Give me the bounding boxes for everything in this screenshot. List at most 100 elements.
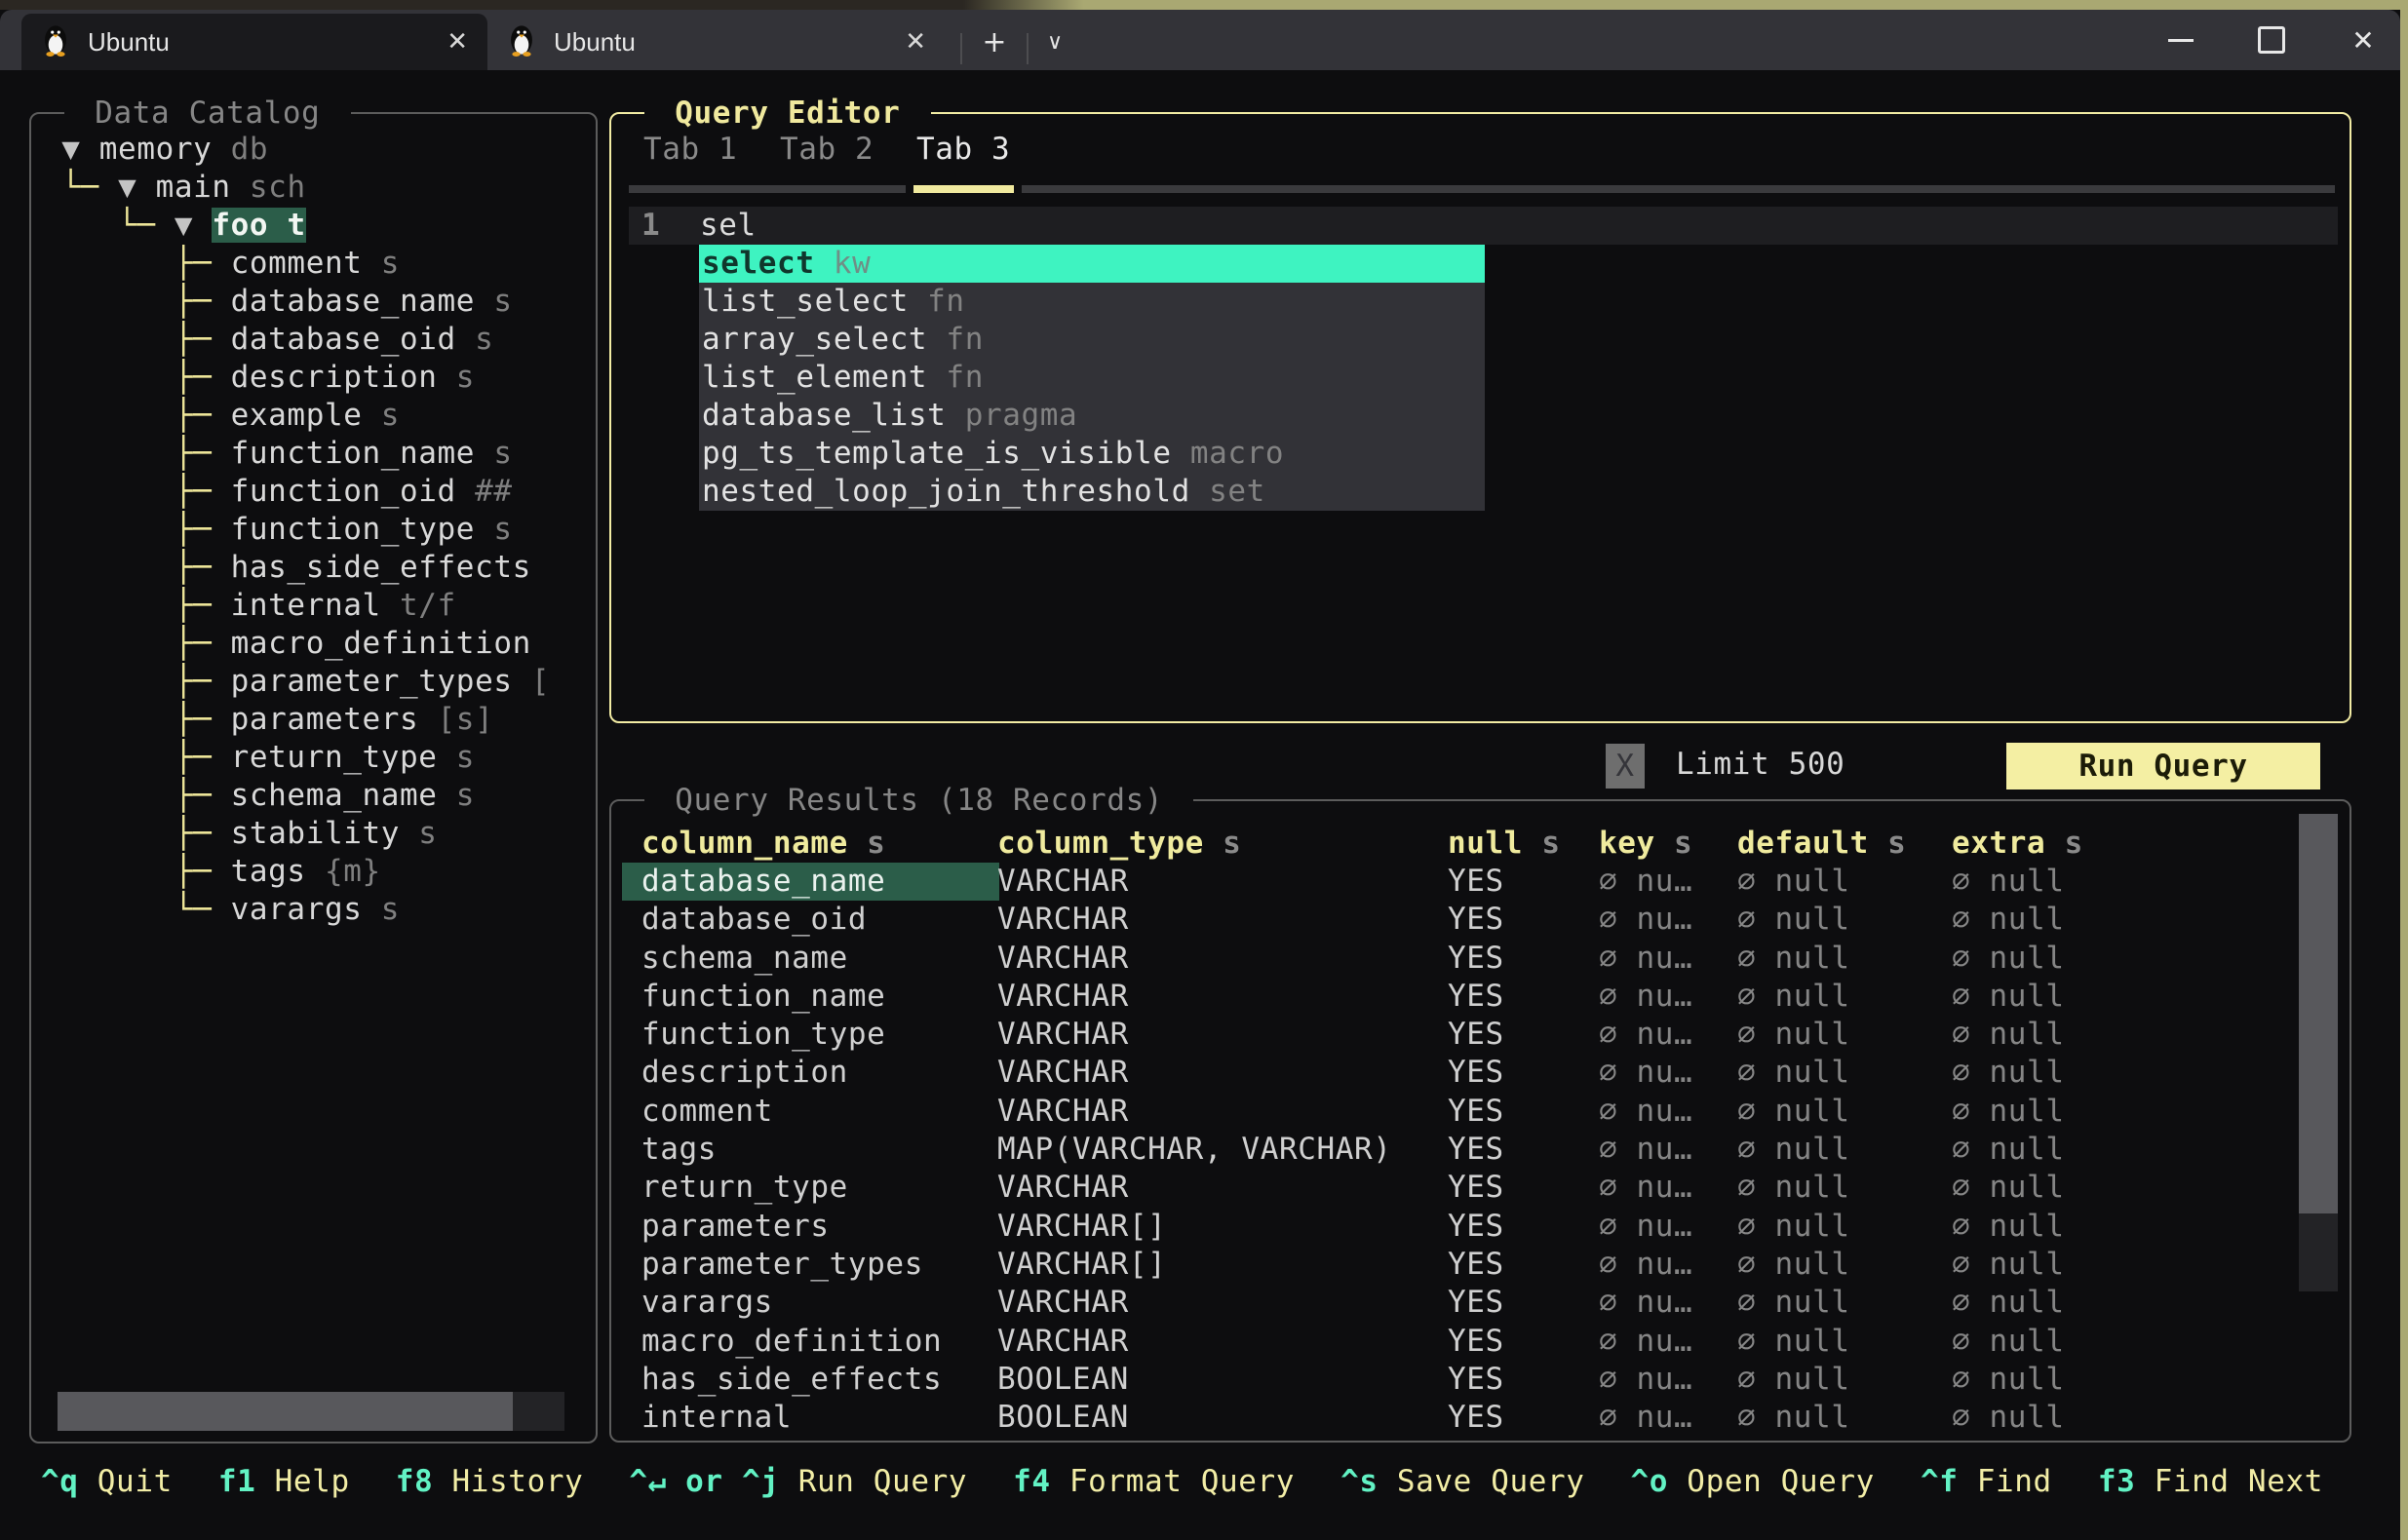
tree-item-example[interactable]: ├─ example s [43, 397, 589, 435]
table-cell[interactable]: ∅ nu… [1599, 1169, 1692, 1207]
table-cell[interactable]: YES [1448, 978, 1504, 1016]
table-cell[interactable]: ∅ null [1952, 940, 2065, 978]
table-cell[interactable]: parameter_types [641, 1246, 923, 1284]
tree-item-label[interactable]: function_type s [231, 512, 513, 547]
table-cell[interactable]: ∅ null [1737, 863, 1850, 901]
table-cell[interactable]: ∅ null [1737, 1169, 1850, 1207]
table-cell[interactable]: ∅ nu… [1599, 1323, 1692, 1361]
table-cell[interactable]: ∅ null [1952, 1399, 2065, 1437]
footer-action-open-query[interactable]: ^o Open Query [1631, 1463, 1875, 1501]
table-cell[interactable]: database_name [622, 863, 999, 901]
table-cell[interactable]: ∅ null [1737, 1208, 1850, 1246]
table-cell[interactable]: ∅ null [1737, 1399, 1850, 1437]
table-cell[interactable]: ∅ nu… [1599, 1361, 1692, 1399]
table-row-comment[interactable]: commentVARCHARYES∅ nu…∅ null∅ null [609, 1093, 2351, 1131]
table-cell[interactable]: ∅ null [1737, 1093, 1850, 1131]
table-cell[interactable]: ∅ null [1737, 978, 1850, 1016]
close-tab-icon[interactable]: ✕ [447, 27, 468, 57]
table-cell[interactable]: tags [641, 1131, 717, 1169]
table-cell[interactable]: schema_name [641, 940, 848, 978]
tree-item-label[interactable]: memory db [99, 132, 268, 167]
table-cell[interactable]: ∅ null [1952, 1284, 2065, 1322]
run-query-button[interactable]: Run Query [2006, 743, 2320, 789]
results-header-key[interactable]: key s [1599, 825, 1692, 863]
table-cell[interactable]: VARCHAR [997, 978, 1129, 1016]
table-cell[interactable]: YES [1448, 1284, 1504, 1322]
editor-tab-3[interactable]: Tab 3 [916, 131, 1010, 169]
table-row-macro_definition[interactable]: macro_definitionVARCHARYES∅ nu…∅ null∅ n… [609, 1323, 2351, 1361]
tree-item-database_name[interactable]: ├─ database_name s [43, 283, 589, 321]
table-cell[interactable]: ∅ null [1952, 1246, 2065, 1284]
autocomplete-item-pg_ts_template_is_visible[interactable]: pg_ts_template_is_visible macro [699, 435, 1485, 473]
table-cell[interactable]: ∅ null [1737, 940, 1850, 978]
autocomplete-item-database_list[interactable]: database_list pragma [699, 397, 1485, 435]
scrollbar-track[interactable] [2299, 1213, 2338, 1291]
tree-item-function_oid[interactable]: ├─ function_oid ## [43, 473, 589, 511]
table-cell[interactable]: VARCHAR [997, 1323, 1129, 1361]
table-row-internal[interactable]: internalBOOLEANYES∅ nu…∅ null∅ null [609, 1399, 2351, 1437]
table-row-database_name[interactable]: database_nameVARCHARYES∅ nu…∅ null∅ null [609, 863, 2351, 901]
table-cell[interactable]: YES [1448, 1399, 1504, 1437]
table-cell[interactable]: VARCHAR [997, 1054, 1129, 1092]
footer-action-save-query[interactable]: ^s Save Query [1340, 1463, 1584, 1501]
table-cell[interactable]: VARCHAR [997, 1093, 1129, 1131]
table-cell[interactable]: ∅ null [1952, 1208, 2065, 1246]
tree-item-label[interactable]: main sch [156, 170, 306, 205]
table-row-varargs[interactable]: varargsVARCHARYES∅ nu…∅ null∅ null [609, 1284, 2351, 1322]
table-cell[interactable]: ∅ nu… [1599, 940, 1692, 978]
table-cell[interactable]: ∅ null [1952, 901, 2065, 939]
expand-arrow-icon[interactable]: ▼ [175, 208, 213, 243]
tree-item-label[interactable]: has_side_effects [231, 550, 531, 585]
table-cell[interactable]: ∅ null [1952, 1093, 2065, 1131]
table-row-function_type[interactable]: function_typeVARCHARYES∅ nu…∅ null∅ null [609, 1016, 2351, 1054]
footer-action-find[interactable]: ^f Find [1921, 1463, 2052, 1501]
table-cell[interactable]: VARCHAR [997, 1016, 1129, 1054]
autocomplete-item-nested_loop_join_threshold[interactable]: nested_loop_join_threshold set [699, 473, 1485, 511]
table-cell[interactable]: YES [1448, 940, 1504, 978]
table-cell[interactable]: YES [1448, 1169, 1504, 1207]
footer-action-history[interactable]: f8 History [396, 1463, 584, 1501]
editor-text[interactable]: sel [700, 207, 757, 245]
table-cell[interactable]: function_name [641, 978, 885, 1016]
tree-item-label[interactable]: parameters [s] [231, 702, 494, 737]
close-tab-icon[interactable]: ✕ [905, 27, 926, 57]
table-cell[interactable]: ∅ null [1952, 1131, 2065, 1169]
table-cell[interactable]: YES [1448, 1131, 1504, 1169]
table-cell[interactable]: comment [641, 1093, 773, 1131]
tree-item-label[interactable]: tags {m} [231, 854, 381, 889]
tree-item-label[interactable]: description s [231, 360, 475, 395]
table-cell[interactable]: YES [1448, 863, 1504, 901]
table-cell[interactable]: VARCHAR [997, 901, 1129, 939]
tree-item-label[interactable]: foo t [212, 208, 305, 243]
table-cell[interactable]: internal [641, 1399, 792, 1437]
tree-item-macro_definition[interactable]: ├─ macro_definition [43, 625, 589, 663]
tree-item-label[interactable]: function_oid ## [231, 474, 513, 509]
table-row-database_oid[interactable]: database_oidVARCHARYES∅ nu…∅ null∅ null [609, 901, 2351, 939]
table-cell[interactable]: ∅ nu… [1599, 1399, 1692, 1437]
table-cell[interactable]: ∅ null [1737, 1323, 1850, 1361]
autocomplete-item-list_select[interactable]: list_select fn [699, 283, 1485, 321]
table-cell[interactable]: parameters [641, 1208, 830, 1246]
table-cell[interactable]: VARCHAR[] [997, 1246, 1166, 1284]
results-vertical-scrollbar[interactable] [2299, 814, 2338, 1291]
results-header-null[interactable]: null s [1448, 825, 1561, 863]
table-cell[interactable]: VARCHAR[] [997, 1208, 1166, 1246]
autocomplete-item-array_select[interactable]: array_select fn [699, 321, 1485, 359]
tree-item-return_type[interactable]: ├─ return_type s [43, 739, 589, 777]
footer-action-run-query[interactable]: ^↵ or ^j Run Query [629, 1463, 967, 1501]
minimize-button[interactable] [2137, 10, 2225, 70]
table-cell[interactable]: ∅ nu… [1599, 1284, 1692, 1322]
footer-action-help[interactable]: f1 Help [218, 1463, 350, 1501]
editor-tab-2[interactable]: Tab 2 [780, 131, 874, 169]
results-header-extra[interactable]: extra s [1952, 825, 2083, 863]
tree-item-function_type[interactable]: ├─ function_type s [43, 511, 589, 549]
table-cell[interactable]: ∅ null [1952, 1169, 2065, 1207]
table-cell[interactable]: YES [1448, 1323, 1504, 1361]
table-cell[interactable]: MAP(VARCHAR, VARCHAR) [997, 1131, 1392, 1169]
tree-item-label[interactable]: database_name s [231, 284, 513, 319]
table-cell[interactable]: ∅ null [1737, 1361, 1850, 1399]
tree-item-parameter_types[interactable]: ├─ parameter_types [ [43, 663, 589, 701]
table-cell[interactable]: macro_definition [641, 1323, 942, 1361]
tree-item-varargs[interactable]: └─ varargs s [43, 891, 589, 929]
table-cell[interactable]: VARCHAR [997, 863, 1129, 901]
